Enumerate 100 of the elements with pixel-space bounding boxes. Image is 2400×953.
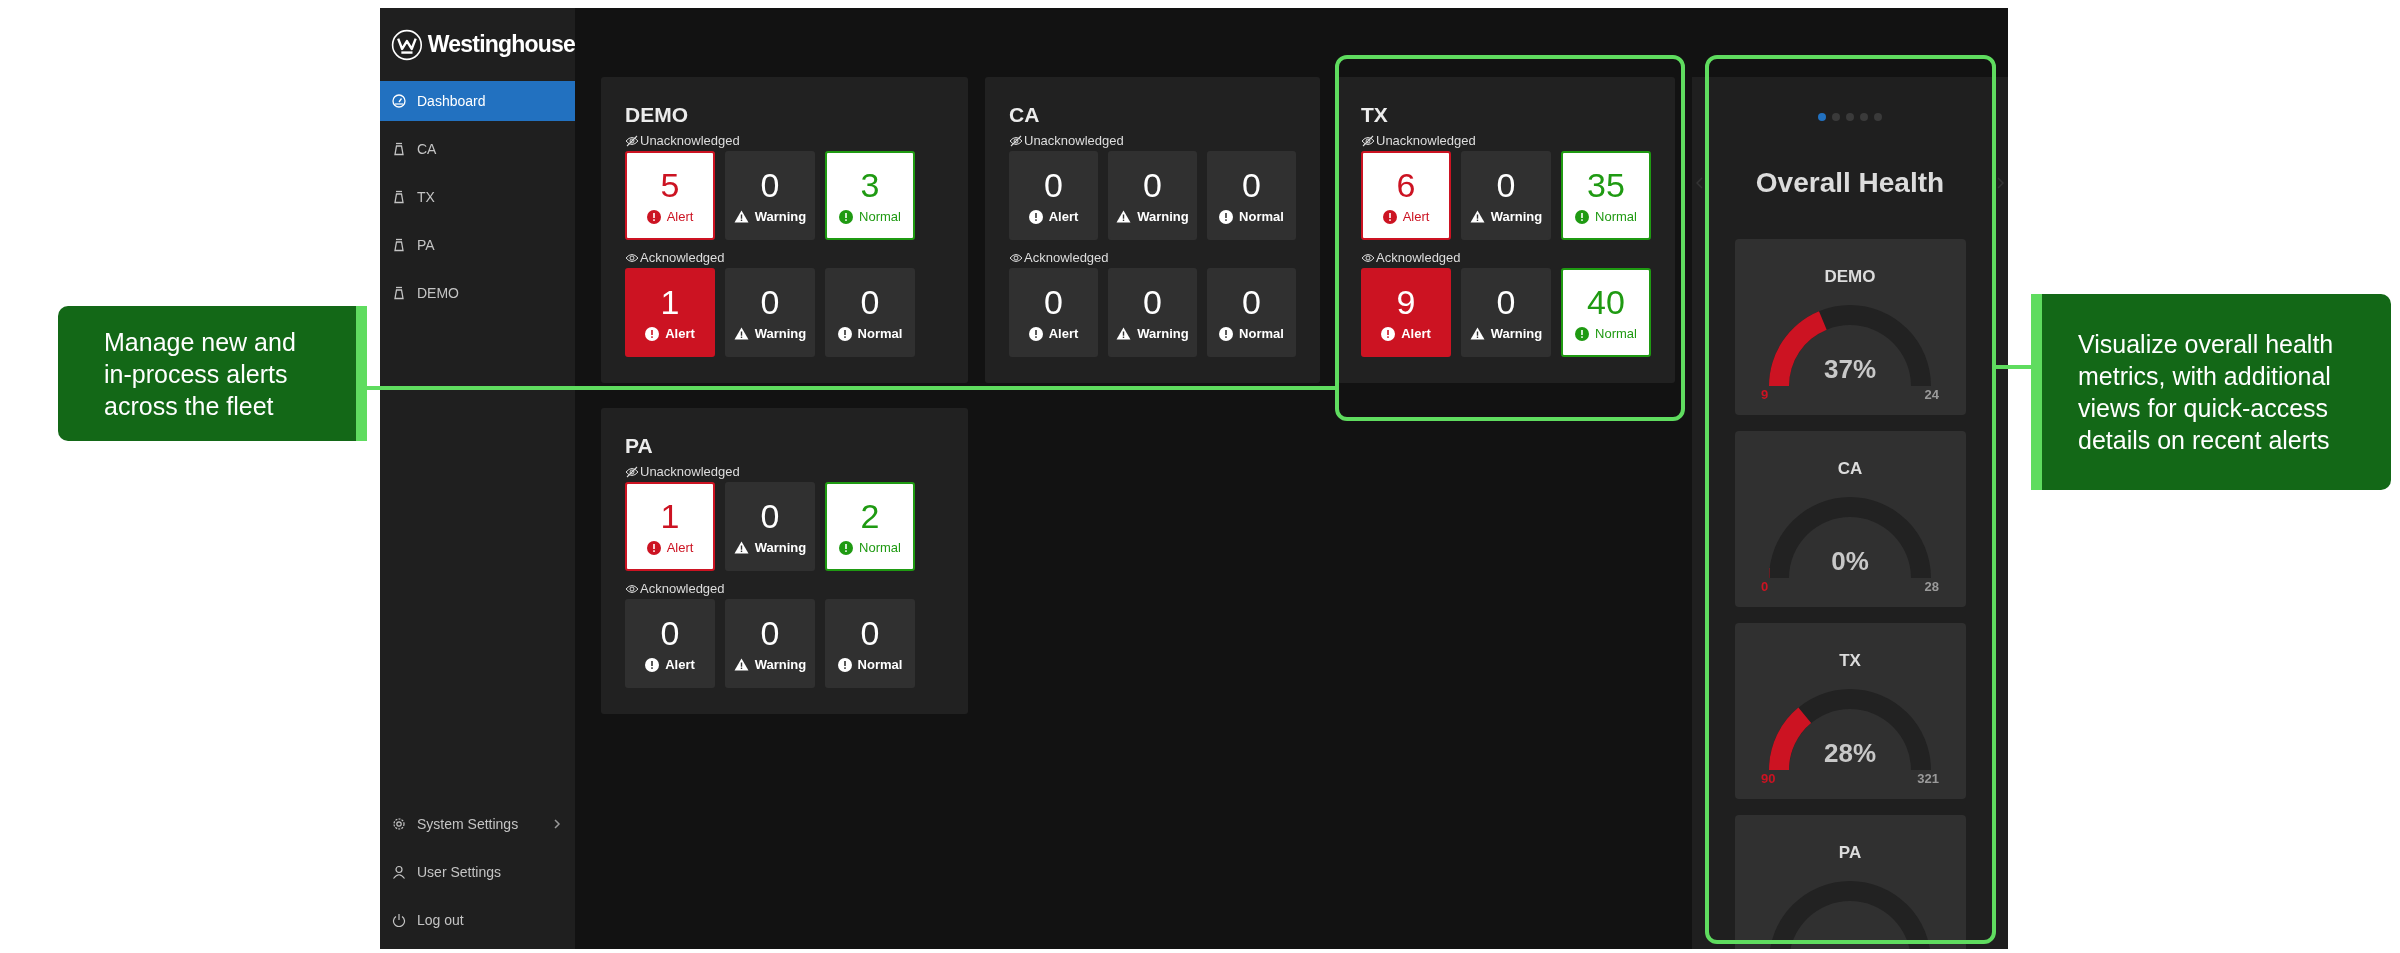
status-tile[interactable]: 1 Alert <box>625 268 715 357</box>
status-tile[interactable]: 0 Warning <box>1108 268 1197 357</box>
tile-count: 0 <box>760 167 780 203</box>
gauge-card[interactable]: PA <box>1734 815 1966 949</box>
tile-label: Alert <box>1048 326 1079 341</box>
status-tile[interactable]: 1 Alert <box>625 482 715 571</box>
tile-label: Normal <box>857 657 903 672</box>
exclamation-icon <box>1219 326 1234 341</box>
gauge-card[interactable]: CA 0% 0 28 <box>1734 431 1966 607</box>
exclamation-icon <box>1575 209 1590 224</box>
status-tile[interactable]: 0 Alert <box>1009 268 1098 357</box>
tile-label: Warning <box>1490 209 1543 224</box>
tile-count: 0 <box>860 615 880 651</box>
status-tile[interactable]: 0 Warning <box>725 599 815 688</box>
status-tile[interactable]: 0 Normal <box>1207 268 1296 357</box>
gauge-max: 28 <box>1924 579 1939 594</box>
sidebar-item[interactable]: Log out <box>380 900 575 940</box>
gauge-card[interactable]: DEMO 37% 9 24 <box>1734 239 1966 415</box>
warning-icon <box>733 210 749 223</box>
gauge-reading: 37% <box>1822 354 1877 385</box>
pager-dot[interactable] <box>1874 113 1882 121</box>
sidebar-item[interactable]: System Settings <box>380 804 575 844</box>
gauge-max: 321 <box>1917 771 1939 786</box>
eye-icon <box>625 582 639 595</box>
gauge-title: CA <box>1837 459 1863 479</box>
pager-dot[interactable] <box>1818 113 1826 121</box>
tile-count: 5 <box>660 167 680 203</box>
site-name: DEMO <box>625 103 689 127</box>
sidebar-item[interactable]: DEMO <box>380 273 575 313</box>
site-name: CA <box>1009 103 1041 127</box>
tile-label: Alert <box>665 326 695 341</box>
power-icon <box>392 913 406 927</box>
status-tile[interactable]: 9 Alert <box>1361 268 1451 357</box>
status-tile[interactable]: 0 Normal <box>825 268 915 357</box>
status-tile[interactable]: 3 Normal <box>825 151 915 240</box>
gauge-card[interactable]: TX 28% 90 321 <box>1734 623 1966 799</box>
tile-label: Normal <box>1595 209 1637 224</box>
status-tile[interactable]: 6 Alert <box>1361 151 1451 240</box>
tile-count: 0 <box>1143 167 1162 203</box>
status-tile[interactable]: 0 Warning <box>725 151 815 240</box>
tile-label: Normal <box>1239 326 1284 341</box>
pager-dot[interactable] <box>1846 113 1854 121</box>
exclamation-icon <box>839 540 854 555</box>
sidebar-item[interactable]: User Settings <box>380 852 575 892</box>
warning-icon <box>1469 210 1485 223</box>
pager-dot[interactable] <box>1832 113 1840 121</box>
warning-icon <box>1116 210 1132 223</box>
exclamation-icon <box>1382 209 1397 224</box>
tower-icon <box>392 238 406 252</box>
group-label: Unacknowledged <box>640 133 740 148</box>
exclamation-icon <box>646 209 661 224</box>
status-tile[interactable]: 0 Warning <box>725 482 815 571</box>
tower-icon <box>392 142 406 156</box>
status-tile[interactable]: 0 Warning <box>1461 151 1551 240</box>
tile-count: 40 <box>1587 284 1625 320</box>
exclamation-icon <box>645 657 660 672</box>
tile-count: 0 <box>1143 284 1162 320</box>
tile-label: Alert <box>1048 209 1079 224</box>
tile-label: Alert <box>1402 209 1430 224</box>
gauge-title: DEMO <box>1824 267 1876 287</box>
exclamation-icon <box>1381 326 1396 341</box>
tile-label: Warning <box>754 209 807 224</box>
sidebar-item[interactable]: PA <box>380 225 575 265</box>
status-tile[interactable]: 0 Normal <box>1207 151 1296 240</box>
status-tile[interactable]: 0 Warning <box>1108 151 1197 240</box>
pager-dot[interactable] <box>1860 113 1868 121</box>
callout-text: Visualize overall health metrics, with additional views for quick-access details on recent alerts <box>2078 329 2335 456</box>
group-label: Acknowledged <box>640 250 725 265</box>
tile-count: 0 <box>760 498 780 534</box>
status-tile[interactable]: 0 Warning <box>1461 268 1551 357</box>
status-tile[interactable]: 0 Warning <box>725 268 815 357</box>
status-tile[interactable]: 5 Alert <box>625 151 715 240</box>
exclamation-icon <box>645 326 660 341</box>
gauge-reading: 0% <box>1830 546 1870 577</box>
sidebar-item[interactable]: Dashboard <box>380 81 575 121</box>
status-tile[interactable]: 40 Normal <box>1561 268 1651 357</box>
tile-label: Alert <box>666 540 694 555</box>
tile-count: 0 <box>1496 284 1516 320</box>
eye-slash-icon <box>625 134 639 147</box>
status-tile[interactable]: 0 Alert <box>1009 151 1098 240</box>
sidebar-item[interactable]: TX <box>380 177 575 217</box>
tower-icon <box>392 286 406 300</box>
group-label: Unacknowledged <box>1024 133 1124 148</box>
warning-icon <box>733 541 749 554</box>
eye-slash-icon <box>1009 134 1023 147</box>
tile-count: 35 <box>1587 167 1625 203</box>
callout-text: Manage new and in-process alerts across the fleet <box>104 326 297 422</box>
tile-count: 0 <box>860 284 880 320</box>
eye-icon <box>1361 251 1375 264</box>
tile-label: Warning <box>1137 326 1189 341</box>
status-tile[interactable]: 2 Normal <box>825 482 915 571</box>
site-name: PA <box>625 434 654 458</box>
sidebar-item[interactable]: CA <box>380 129 575 169</box>
status-tile[interactable]: 35 Normal <box>1561 151 1651 240</box>
status-tile[interactable]: 0 Alert <box>625 599 715 688</box>
tile-count: 9 <box>1396 284 1416 320</box>
exclamation-icon <box>1575 326 1590 341</box>
tile-count: 0 <box>1496 167 1516 203</box>
tile-count: 2 <box>860 498 880 534</box>
status-tile[interactable]: 0 Normal <box>825 599 915 688</box>
